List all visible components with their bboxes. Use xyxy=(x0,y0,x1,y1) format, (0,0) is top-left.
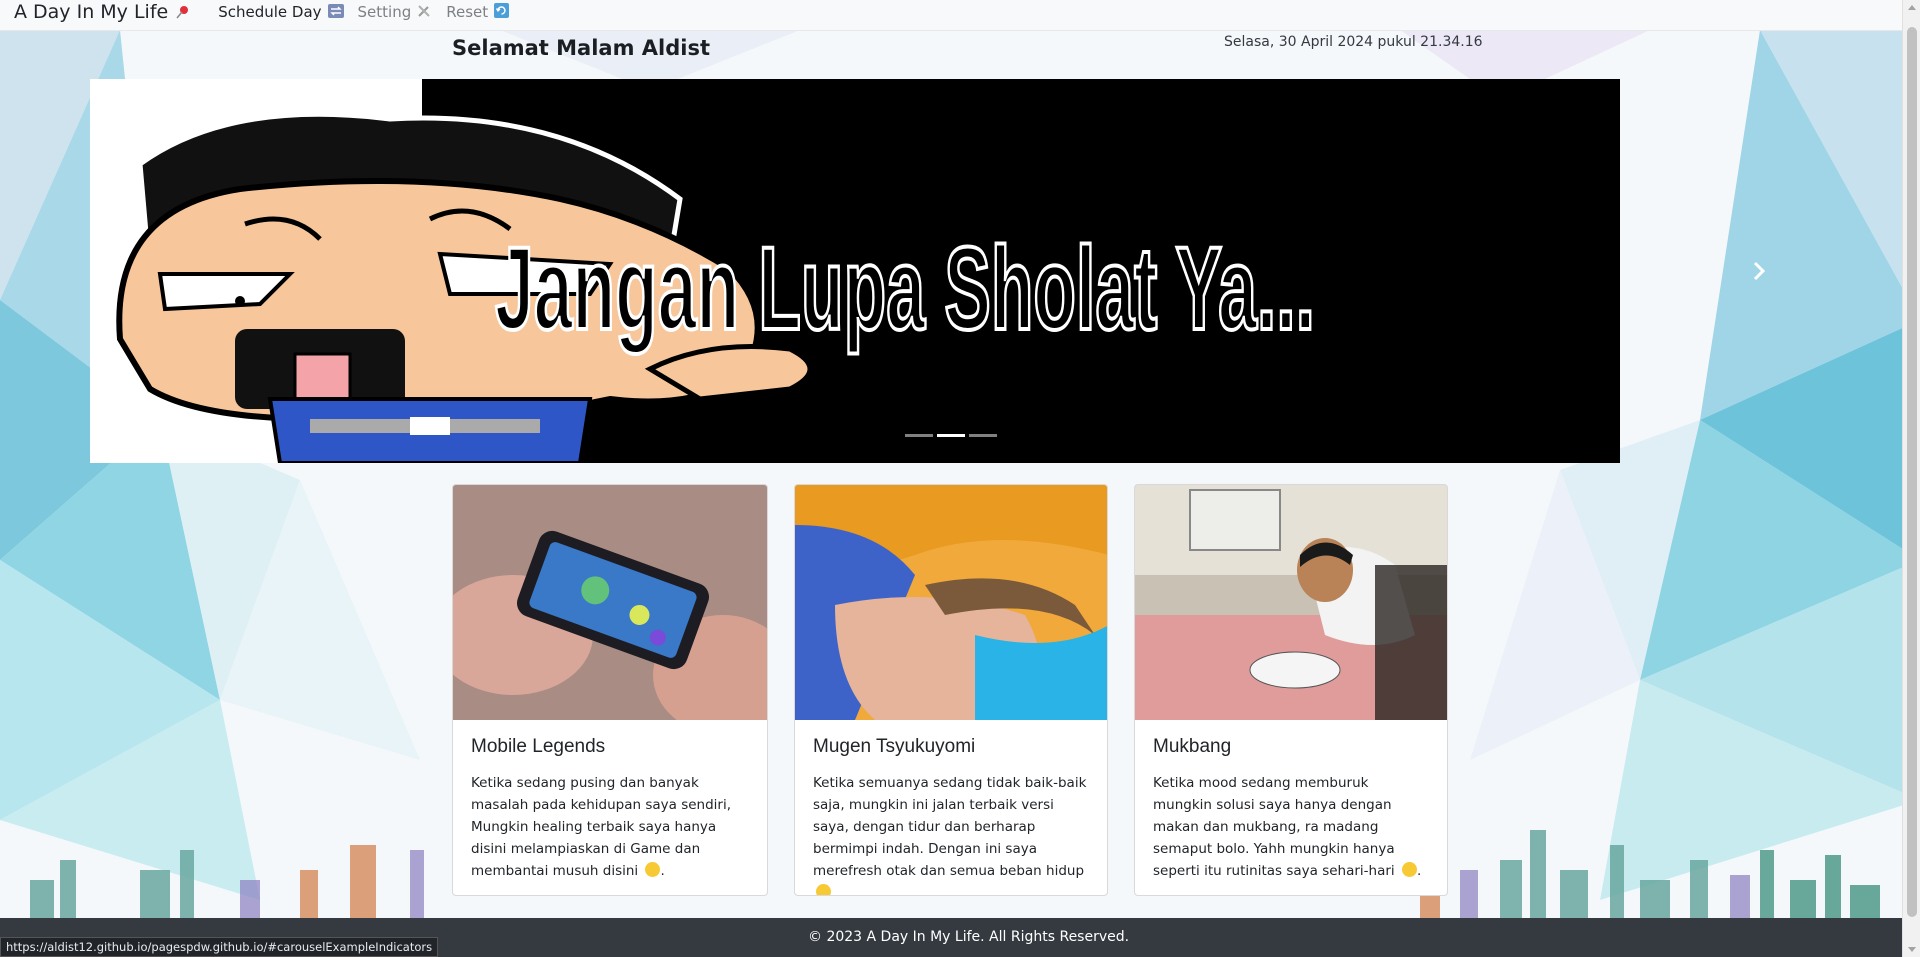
card-image-eating xyxy=(1135,485,1447,720)
card-text-content: Ketika sedang pusing dan banyak masalah … xyxy=(471,775,732,879)
laughing-face-icon xyxy=(816,884,831,895)
nav-setting[interactable]: Setting xyxy=(358,3,432,21)
card-deck: Mobile Legends Ketika sedang pusing dan … xyxy=(452,484,1448,896)
soon-arrows-icon xyxy=(327,3,344,21)
datetime-display: Selasa, 30 April 2024 pukul 21.34.16 xyxy=(1224,34,1483,50)
slide-cartoon-image: Jangan Lupa Sholat Ya... xyxy=(116,111,1317,463)
card-text: Ketika sedang pusing dan banyak masalah … xyxy=(471,775,732,879)
laughing-face-icon xyxy=(645,862,661,877)
brand-text: A Day In My Life xyxy=(14,1,169,23)
slide-text: Jangan Lupa Sholat Ya... xyxy=(495,223,1315,355)
smiling-face-icon xyxy=(1401,862,1417,877)
card-title: Mobile Legends xyxy=(471,736,606,757)
card-mukbang[interactable]: Mukbang Ketika mood sedang memburuk mung… xyxy=(1134,484,1448,896)
card-title: Mugen Tsyukuyomi xyxy=(813,736,976,757)
card-text-content: Ketika mood sedang memburuk mungkin solu… xyxy=(1153,775,1395,879)
card-image-sleeping xyxy=(795,485,1107,720)
nav-schedule-day-label: Schedule Day xyxy=(218,3,322,21)
brand-link[interactable]: A Day In My Life xyxy=(14,1,191,23)
refresh-icon xyxy=(494,3,510,21)
hammer-wrench-icon xyxy=(417,4,431,21)
scroll-thumb[interactable] xyxy=(1907,27,1917,917)
carousel-indicator-3[interactable] xyxy=(969,434,997,437)
carousel-next-button[interactable] xyxy=(1745,255,1773,287)
scroll-down-icon[interactable] xyxy=(1908,947,1916,952)
carousel-indicator-1[interactable] xyxy=(905,434,933,437)
nav-setting-label: Setting xyxy=(357,3,412,21)
scroll-up-icon[interactable] xyxy=(1908,5,1916,10)
carousel: Jangan Lupa Sholat Ya... xyxy=(90,79,1620,463)
carousel-indicators xyxy=(905,434,997,437)
card-text-content: Ketika semuanya sedang tidak baik-baik s… xyxy=(813,775,1087,879)
footer-copyright: © 2023 A Day In My Life. All Rights Rese… xyxy=(808,929,1130,945)
browser-status-url: https://aldist12.github.io/pagespdw.gith… xyxy=(0,937,439,957)
card-mugen-tsyukuyomi[interactable]: Mugen Tsyukuyomi Ketika semuanya sedang … xyxy=(794,484,1108,896)
nav-reset[interactable]: Reset xyxy=(446,3,510,21)
card-title: Mukbang xyxy=(1153,736,1232,757)
navbar: A Day In My Life Schedule Day Setting Re… xyxy=(0,0,1902,31)
card-text: Ketika semuanya sedang tidak baik-baik s… xyxy=(813,772,1089,895)
card-body: Mukbang Ketika mood sedang memburuk mung… xyxy=(1135,720,1447,882)
nav-reset-label: Reset xyxy=(446,3,489,21)
card-text: Ketika mood sedang memburuk mungkin solu… xyxy=(1153,775,1422,879)
pushpin-icon xyxy=(175,4,191,20)
page-scrollbar[interactable] xyxy=(1902,0,1920,957)
greeting-title: Selamat Malam Aldist xyxy=(452,36,710,60)
carousel-indicator-2[interactable] xyxy=(937,434,965,437)
card-mobile-legends[interactable]: Mobile Legends Ketika sedang pusing dan … xyxy=(452,484,768,896)
card-image-gaming xyxy=(453,485,767,720)
card-body: Mobile Legends Ketika sedang pusing dan … xyxy=(453,720,767,882)
nav-schedule-day[interactable]: Schedule Day xyxy=(218,3,344,21)
chevron-right-icon xyxy=(1753,261,1766,281)
card-body: Mugen Tsyukuyomi Ketika semuanya sedang … xyxy=(795,720,1107,895)
